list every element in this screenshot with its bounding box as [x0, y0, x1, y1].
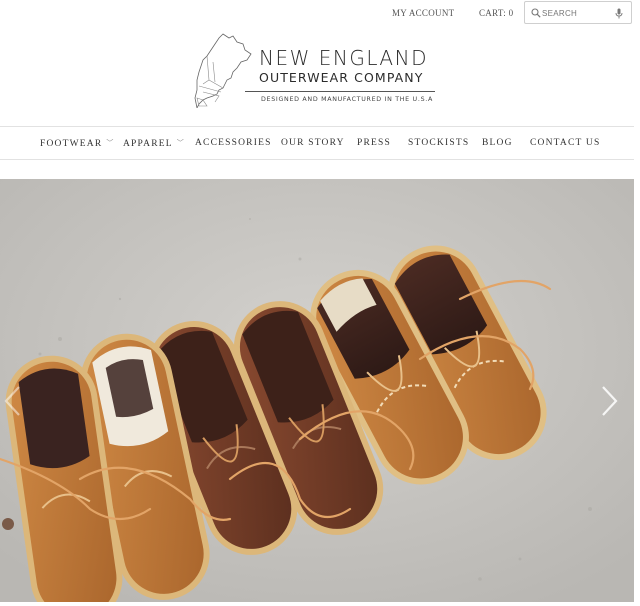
nav-item-label: APPAREL	[123, 139, 173, 149]
search-input[interactable]	[542, 6, 616, 20]
brand-divider	[245, 91, 435, 92]
nav-item-accessories[interactable]: ACCESSORIES	[195, 138, 272, 148]
hero-slideshow[interactable]	[0, 179, 634, 602]
chevron-down-icon: ﹀	[106, 139, 115, 147]
nav-item-press[interactable]: PRESS	[357, 138, 391, 148]
cart-link[interactable]: CART: 0	[479, 8, 513, 18]
brand-tagline: DESIGNED AND MANUFACTURED IN THE U.S.A	[261, 96, 433, 103]
main-navigation: FOOTWEAR ﹀ APPAREL ﹀ ACCESSORIES OUR STORY…	[0, 126, 634, 160]
hero-image	[0, 179, 634, 602]
nav-item-our-story[interactable]: OUR STORY	[281, 138, 345, 148]
new-england-map-icon	[194, 33, 252, 108]
nav-item-label: FOOTWEAR	[40, 139, 103, 149]
brand-logo[interactable]: NEW ENGLAND OUTERWEAR COMPANY DESIGNED A…	[193, 30, 443, 110]
search-icon	[531, 8, 541, 18]
my-account-link[interactable]: MY ACCOUNT	[392, 8, 454, 18]
brand-name: NEW ENGLAND	[259, 46, 428, 70]
search-box[interactable]	[524, 1, 632, 24]
chevron-left-icon[interactable]	[2, 384, 24, 418]
nav-item-footwear[interactable]: FOOTWEAR ﹀	[40, 138, 115, 149]
brand-subtitle: OUTERWEAR COMPANY	[259, 70, 424, 85]
nav-item-stockists[interactable]: STOCKISTS	[408, 138, 469, 148]
utility-bar: MY ACCOUNT CART: 0	[0, 0, 640, 26]
nav-item-contact-us[interactable]: CONTACT US	[530, 138, 600, 148]
nav-item-blog[interactable]: BLOG	[482, 138, 513, 148]
chevron-down-icon: ﹀	[176, 139, 185, 147]
chevron-right-icon[interactable]	[598, 384, 620, 418]
microphone-icon[interactable]	[615, 8, 623, 19]
nav-item-apparel[interactable]: APPAREL ﹀	[123, 138, 185, 149]
